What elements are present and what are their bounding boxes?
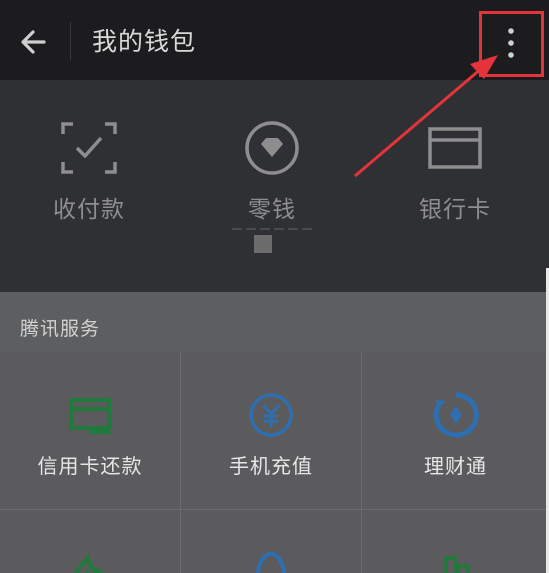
- wallet-item-change[interactable]: 零钱: [197, 120, 347, 230]
- flame-icon: [74, 553, 103, 573]
- more-vertical-icon: [508, 28, 514, 58]
- scan-pay-icon: [61, 122, 117, 174]
- service-label: 信用卡还款: [37, 454, 143, 478]
- wealth-icon: [433, 392, 479, 438]
- wallet-item-bank-card[interactable]: 银行卡: [380, 120, 530, 230]
- wallet-panel: 收付款 零钱 银行卡: [0, 80, 549, 292]
- wallet-item-label: 银行卡: [419, 197, 491, 223]
- wallet-item-pay[interactable]: 收付款: [14, 120, 164, 230]
- page-title: 我的钱包: [92, 27, 197, 56]
- service-flame[interactable]: [0, 510, 181, 573]
- services-header: 腾讯服务: [0, 292, 549, 352]
- top-bar: 我的钱包: [0, 0, 549, 80]
- back-button[interactable]: [14, 24, 54, 60]
- service-label: 理财通: [424, 454, 487, 478]
- change-diamond-icon: [245, 121, 299, 175]
- yuan-coin-icon: [249, 393, 293, 437]
- service-wealth[interactable]: 理财通: [362, 352, 549, 510]
- wallet-item-label: 零钱: [248, 197, 296, 223]
- bank-card-icon: [428, 127, 482, 169]
- wallet-screen: 我的钱包 收付款 零钱 银行卡 腾讯服务 信用卡还款 手机充值 理财通: [0, 0, 549, 573]
- service-city[interactable]: [362, 510, 549, 573]
- service-qq[interactable]: [181, 510, 362, 573]
- page-indicator: [254, 235, 272, 253]
- service-credit-card-repay[interactable]: 信用卡还款: [0, 352, 181, 510]
- qq-icon: [255, 551, 287, 573]
- credit-card-repay-icon: [69, 398, 113, 434]
- city-icon: [443, 556, 470, 573]
- header-divider: [70, 22, 71, 60]
- service-label: 手机充值: [229, 454, 313, 478]
- more-button[interactable]: [480, 12, 542, 76]
- services-grid: 信用卡还款 手机充值 理财通: [0, 352, 549, 573]
- arrow-left-icon: [21, 30, 46, 54]
- section-title: 腾讯服务: [20, 318, 101, 340]
- wallet-item-label: 收付款: [53, 197, 125, 223]
- decorative-dashes: [232, 228, 312, 230]
- service-mobile-topup[interactable]: 手机充值: [181, 352, 362, 510]
